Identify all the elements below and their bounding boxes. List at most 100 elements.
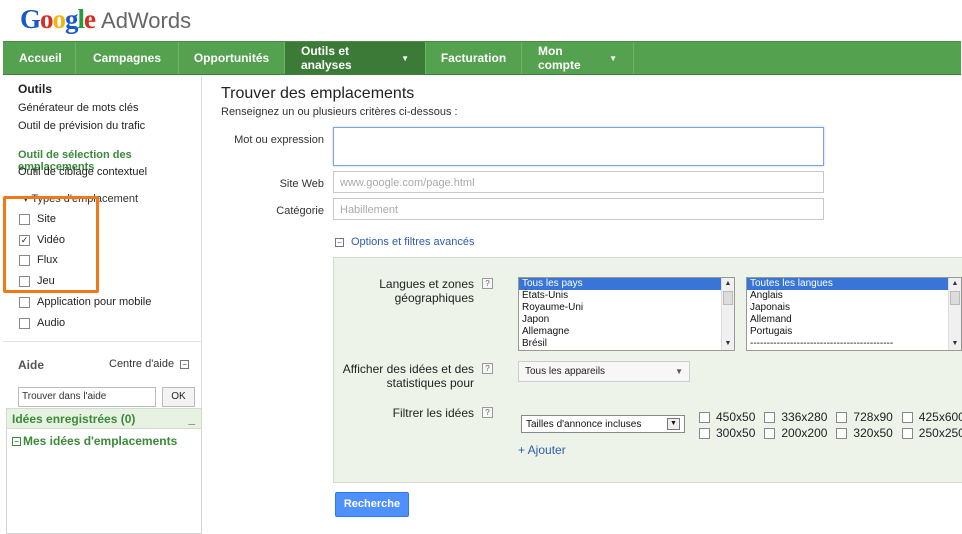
saved-ideas-header[interactable]: Idées enregistrées (0) _: [6, 408, 202, 429]
devices-label-line2: statistiques pour: [386, 376, 474, 390]
checkbox[interactable]: [764, 427, 776, 439]
ad-size-row-2: 300x50 200x200 320x50 250x250: [699, 426, 962, 440]
help-question-icon[interactable]: ?: [482, 278, 493, 289]
checkbox[interactable]: [836, 427, 848, 439]
help-title: Aide: [18, 358, 45, 372]
ad-size-label: 450x50: [716, 410, 756, 424]
ad-size-option[interactable]: 728x90: [836, 410, 893, 424]
my-placement-ideas-link[interactable]: − Mes idées d'emplacements: [12, 434, 177, 448]
nav-facturation[interactable]: Facturation: [426, 42, 522, 74]
filter-select[interactable]: Tailles d'annonce incluses ▼: [521, 415, 685, 433]
scroll-up-icon[interactable]: ▲: [949, 278, 961, 290]
main-nav: Accueil Campagnes Opportunités Outils et…: [3, 41, 961, 75]
devices-select[interactable]: Tous les appareils ▼: [518, 361, 690, 382]
languages-label-line1: Langues et zones: [379, 277, 474, 291]
nav-opportunites[interactable]: Opportunités: [179, 42, 285, 74]
checkbox[interactable]: [19, 296, 30, 308]
nav-accueil[interactable]: Accueil: [3, 42, 76, 74]
page-title: Trouver des emplacements: [221, 85, 415, 102]
listbox-option[interactable]: Allemagne: [519, 326, 734, 338]
ad-size-label: 320x50: [853, 426, 893, 440]
listbox-option[interactable]: Japonais: [747, 302, 961, 314]
advanced-options-link[interactable]: − Options et filtres avancés: [335, 236, 475, 248]
checkbox[interactable]: [19, 317, 30, 329]
sidebar-link-contextual-tool[interactable]: Outil de ciblage contextuel: [18, 166, 147, 178]
category-label: Catégorie: [276, 205, 324, 217]
caret-down-icon: ▼: [609, 53, 617, 63]
scroll-up-icon[interactable]: ▲: [722, 278, 734, 290]
ad-size-label: 728x90: [853, 410, 893, 424]
chevron-down-icon: ▼: [675, 367, 683, 376]
saved-ideas-panel: − Mes idées d'emplacements: [6, 429, 202, 534]
listbox-option[interactable]: Tous les pays: [519, 278, 721, 290]
nav-mon-compte[interactable]: Mon compte ▼: [522, 42, 634, 74]
nav-label: Mon compte: [538, 44, 581, 72]
search-button[interactable]: Recherche: [335, 492, 409, 517]
minimize-icon[interactable]: _: [188, 412, 195, 426]
scrollbar[interactable]: ▲ ▼: [948, 278, 961, 350]
sidebar-link-traffic-estimator[interactable]: Outil de prévision du trafic: [18, 120, 145, 132]
listbox-option[interactable]: Anglais: [747, 290, 961, 302]
listbox-option[interactable]: États-Unis: [519, 290, 734, 302]
scroll-thumb[interactable]: [950, 291, 960, 305]
listbox-option[interactable]: Japon: [519, 314, 734, 326]
ad-size-option[interactable]: 336x280: [764, 410, 827, 424]
help-question-icon[interactable]: ?: [482, 363, 493, 374]
scroll-thumb[interactable]: [723, 291, 733, 305]
website-input[interactable]: www.google.com/page.html: [333, 171, 824, 193]
advanced-options-label: Options et filtres avancés: [351, 236, 475, 248]
sidebar-divider: [3, 341, 202, 342]
ad-size-option[interactable]: 320x50: [836, 426, 893, 440]
checkbox[interactable]: [901, 411, 913, 423]
nav-campagnes[interactable]: Campagnes: [76, 42, 179, 74]
type-audio[interactable]: Audio: [19, 317, 65, 329]
sidebar-link-keyword-generator[interactable]: Générateur de mots clés: [18, 102, 138, 114]
filter-select-value: Tailles d'annonce incluses: [526, 418, 642, 430]
nav-label: Campagnes: [92, 51, 162, 65]
keyword-input[interactable]: [333, 127, 824, 166]
sidebar-title: Outils: [18, 82, 53, 96]
scroll-down-icon[interactable]: ▼: [949, 338, 961, 350]
help-ok-button[interactable]: OK: [162, 387, 195, 407]
listbox-option[interactable]: Brésil: [519, 338, 734, 350]
add-filter-link[interactable]: + Ajouter: [518, 443, 566, 457]
listbox-option[interactable]: Portugais: [747, 326, 961, 338]
checkbox[interactable]: [901, 427, 913, 439]
nav-outils-analyses[interactable]: Outils et analyses ▼: [285, 42, 426, 74]
languages-listbox[interactable]: Toutes les langues Anglais Japonais Alle…: [746, 277, 962, 351]
category-input[interactable]: Habillement: [333, 198, 824, 220]
scrollbar[interactable]: ▲ ▼: [721, 278, 734, 350]
checkbox[interactable]: [836, 411, 848, 423]
checkbox[interactable]: [764, 411, 776, 423]
scroll-down-icon[interactable]: ▼: [722, 338, 734, 350]
ad-size-option[interactable]: 300x50: [699, 426, 755, 440]
ad-size-row-1: 450x50 336x280 728x90 425x600: [699, 410, 962, 424]
listbox-option[interactable]: ----------------------------------------…: [747, 338, 948, 350]
ad-size-option[interactable]: 425x600: [901, 410, 962, 424]
checkbox-label: Application pour mobile: [37, 296, 152, 308]
help-center-link[interactable]: Centre d'aide −: [109, 358, 190, 370]
ad-size-option[interactable]: 200x200: [764, 426, 827, 440]
google-adwords-logo[interactable]: Google AdWords: [20, 4, 191, 36]
dropdown-button-icon[interactable]: ▼: [667, 418, 680, 430]
help-question-icon[interactable]: ?: [482, 407, 493, 418]
listbox-option[interactable]: Royaume-Uni: [519, 302, 734, 314]
collapse-icon[interactable]: −: [180, 359, 190, 369]
saved-ideas-title: Idées enregistrées (0): [12, 411, 136, 426]
checkbox[interactable]: [699, 427, 710, 439]
ad-size-label: 425x600: [918, 410, 962, 424]
my-ideas-label: Mes idées d'emplacements: [23, 434, 178, 448]
page-subtitle: Renseignez un ou plusieurs critères ci-d…: [221, 106, 458, 118]
type-mobile-app[interactable]: Application pour mobile: [19, 296, 151, 308]
ad-size-label: 336x280: [781, 410, 828, 424]
ad-size-option[interactable]: 450x50: [699, 410, 755, 424]
collapse-icon[interactable]: −: [12, 436, 21, 446]
help-center-label: Centre d'aide: [109, 358, 175, 370]
countries-listbox[interactable]: Tous les pays États-Unis Royaume-Uni Jap…: [518, 277, 735, 351]
help-search-input[interactable]: Trouver dans l'aide: [18, 387, 156, 407]
ad-size-option[interactable]: 250x250: [901, 426, 962, 440]
collapse-icon: −: [335, 237, 344, 247]
listbox-option[interactable]: Allemand: [747, 314, 961, 326]
listbox-option[interactable]: Toutes les langues: [747, 278, 948, 290]
checkbox[interactable]: [699, 411, 710, 423]
